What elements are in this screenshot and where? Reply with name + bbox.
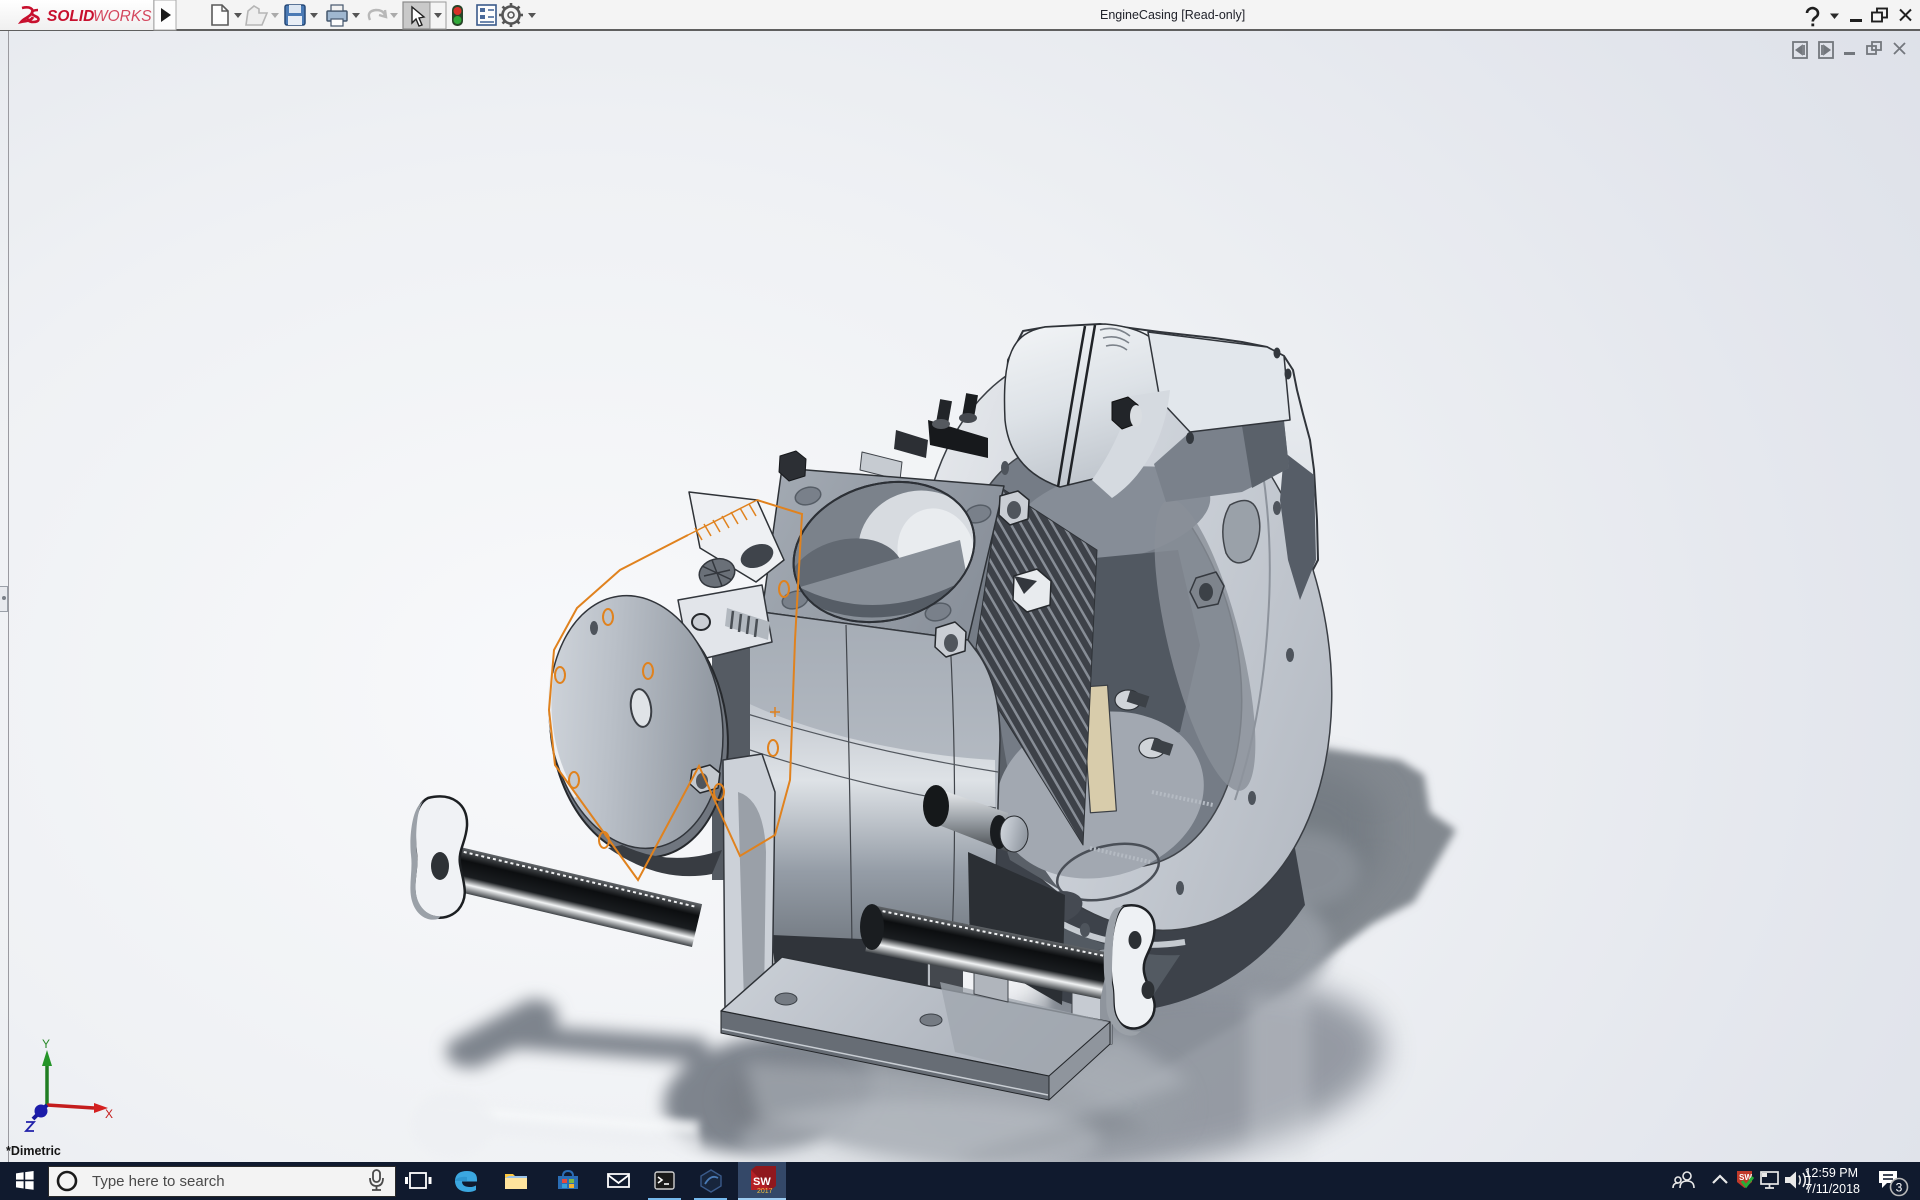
svg-text:3: 3 (1896, 1181, 1903, 1195)
svg-text:7/11/2018: 7/11/2018 (1805, 1182, 1860, 1196)
svg-text:SOLID: SOLID (47, 8, 94, 25)
svg-text:Y: Y (42, 1037, 50, 1051)
svg-text:WORKS: WORKS (93, 8, 152, 25)
svg-text:12:59 PM: 12:59 PM (1804, 1166, 1858, 1180)
svg-text:SW: SW (753, 1176, 771, 1188)
svg-text:X: X (105, 1107, 113, 1121)
svg-text:2017: 2017 (757, 1188, 773, 1195)
